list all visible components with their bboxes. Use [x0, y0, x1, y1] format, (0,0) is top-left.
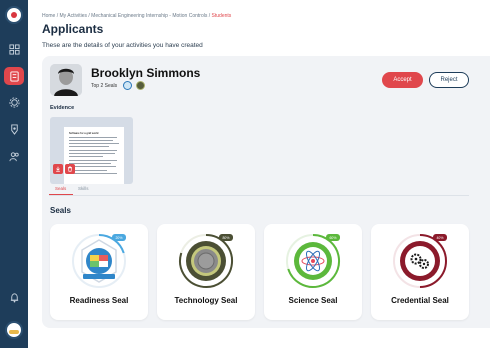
technology-seal-icon — [178, 233, 234, 289]
badge-icon[interactable] — [6, 121, 22, 137]
top-seal-icon-readiness — [123, 81, 132, 90]
users-icon[interactable] — [6, 148, 22, 164]
bell-icon[interactable] — [6, 289, 22, 305]
delete-evidence-button[interactable] — [65, 164, 75, 174]
seal-name: Science Seal — [288, 296, 338, 305]
sidebar — [0, 0, 28, 348]
top-seal-icon-technology — [136, 81, 145, 90]
seal-card-readiness[interactable]: 20% Readiness Seal — [50, 224, 148, 320]
doc-text-line — [69, 143, 119, 144]
applicant-card: Brooklyn Simmons Top 2 Seals Accept Reje… — [42, 56, 490, 328]
page-subtitle: These are the details of your activities… — [42, 42, 203, 49]
dashboard-icon[interactable] — [6, 41, 22, 57]
seal-percent-badge: 60% — [326, 234, 340, 241]
seal-percent-badge: 40% — [433, 234, 447, 241]
seal-percent-badge: 20% — [112, 234, 126, 241]
seal-name: Technology Seal — [174, 296, 238, 305]
doc-text-line — [69, 146, 109, 147]
tab-seals[interactable]: Seals — [55, 186, 66, 191]
user-avatar[interactable] — [5, 321, 23, 339]
page-title: Applicants — [42, 22, 104, 36]
seal-card-science[interactable]: 60% Science Seal — [264, 224, 362, 320]
seal-card-credential[interactable]: 40% Credential Seal — [371, 224, 469, 320]
evidence-doc-title: Software for a grid world — [69, 132, 99, 135]
doc-text-line — [69, 173, 117, 174]
seal-card-technology[interactable]: 80% Technology Seal — [157, 224, 255, 320]
breadcrumb-current: Students — [211, 13, 232, 19]
activities-icon[interactable] — [4, 67, 24, 85]
science-seal-icon — [285, 233, 341, 289]
doc-text-line — [69, 150, 117, 151]
doc-text-line — [69, 140, 113, 141]
doc-text-line — [69, 153, 115, 154]
evidence-thumbnail[interactable]: Software for a grid world — [50, 117, 133, 184]
applicant-avatar — [50, 64, 82, 96]
tab-skills[interactable]: Skills — [78, 186, 89, 191]
trash-icon — [68, 166, 72, 172]
download-evidence-button[interactable] — [53, 164, 63, 174]
settings-icon[interactable] — [6, 94, 22, 110]
tab-divider — [49, 195, 469, 196]
doc-text-line — [69, 137, 117, 138]
seal-percent-badge: 80% — [219, 234, 233, 241]
main-content: Home / My Activities / Mechanical Engine… — [28, 0, 490, 348]
accept-button[interactable]: Accept — [382, 72, 423, 88]
seal-name: Credential Seal — [391, 296, 449, 305]
top-seals-label: Top 2 Seals — [91, 83, 118, 89]
evidence-label: Evidence — [50, 105, 75, 111]
applicant-name: Brooklyn Simmons — [91, 66, 201, 80]
reject-button[interactable]: Reject — [429, 72, 469, 88]
seals-heading: Seals — [50, 206, 71, 215]
download-icon — [56, 166, 60, 172]
active-tab-indicator — [49, 194, 73, 195]
credential-seal-icon — [392, 233, 448, 289]
logo-icon[interactable] — [5, 6, 23, 24]
breadcrumb: Home / My Activities / Mechanical Engine… — [42, 13, 231, 19]
doc-text-line — [69, 166, 116, 167]
doc-text-line — [69, 160, 117, 161]
doc-text-line — [69, 156, 103, 157]
readiness-seal-icon — [71, 233, 127, 289]
doc-text-line — [69, 163, 111, 164]
seal-name: Readiness Seal — [69, 296, 129, 305]
evidence-document: Software for a grid world — [64, 127, 124, 184]
breadcrumb-path[interactable]: Home / My Activities / Mechanical Engine… — [42, 13, 212, 19]
